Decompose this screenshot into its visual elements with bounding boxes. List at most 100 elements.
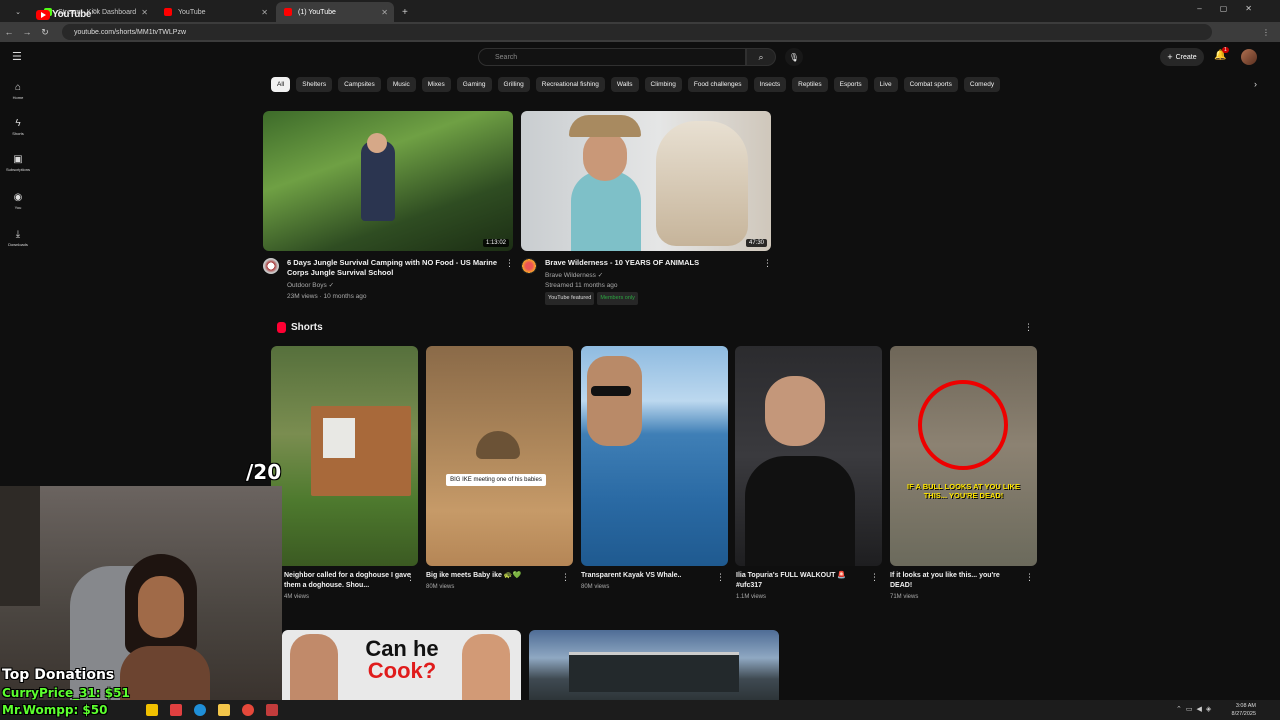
video-thumbnail[interactable]: 1:13:02 [263, 111, 513, 251]
chip-grilling[interactable]: Grilling [497, 77, 530, 92]
short-thumbnail[interactable]: IF A BULL LOOKS AT YOU LIKE THIS... YOU'… [890, 346, 1037, 566]
chip-comedy[interactable]: Comedy [963, 77, 1001, 92]
voice-search-button[interactable]: 🎙 [785, 48, 803, 66]
short-title[interactable]: Neighbor called for a doghouse I gave th… [284, 571, 414, 591]
short-thumbnail[interactable]: BIG IKE meeting one of his babies [426, 346, 573, 566]
video-thumbnail[interactable] [529, 630, 779, 700]
close-icon[interactable]: ✕ [141, 8, 148, 17]
video-thumbnail[interactable]: Can he Cook? [282, 630, 521, 700]
search-button[interactable]: ⌕ [746, 48, 776, 66]
chip-campsites[interactable]: Campsites [338, 77, 381, 92]
video-meta: Streamed 11 months ago [545, 282, 618, 289]
short-title[interactable]: Big ike meets Baby ike 🐢💚 [426, 571, 556, 581]
chip-walls[interactable]: Walls [610, 77, 639, 92]
chip-gaming[interactable]: Gaming [456, 77, 492, 92]
video-title[interactable]: 6 Days Jungle Survival Camping with NO F… [287, 258, 502, 278]
chips-next-icon[interactable]: › [1254, 79, 1257, 89]
new-tab-button[interactable]: + [402, 7, 408, 18]
search-input[interactable]: Search [478, 48, 746, 66]
shorts-more-icon[interactable]: ⋮ [1024, 322, 1033, 333]
address-bar-row: ← → ↻ youtube.com/shorts/MM1tvTWLPzw ⋮ [0, 22, 1280, 42]
chip-mixes[interactable]: Mixes [421, 77, 451, 92]
window-controls[interactable]: –▢✕ [1197, 4, 1270, 13]
donation-title: Top Donations [2, 667, 115, 683]
chip-shelters[interactable]: Shelters [296, 77, 333, 92]
chip-food-challenges[interactable]: Food challenges [687, 77, 748, 92]
taskbar-app-icon[interactable] [146, 704, 158, 716]
more-options-icon[interactable]: ⋮ [561, 572, 570, 583]
back-icon[interactable]: ← [0, 27, 18, 37]
taskbar-app-icon[interactable] [170, 704, 182, 716]
thumbnail-face [367, 133, 387, 153]
sidebar-item-you[interactable]: ◉ You [0, 192, 36, 210]
thumbnail-person [587, 356, 642, 446]
short-thumbnail[interactable] [271, 346, 418, 566]
channel-name[interactable]: Outdoor Boys ✓ [287, 280, 334, 291]
system-tray-icons[interactable]: ⌃▭◀◈ [1176, 705, 1215, 713]
chip-insects[interactable]: Insects [753, 77, 787, 92]
browser-menu-icon[interactable]: ⋮ [1262, 28, 1270, 37]
chip-music[interactable]: Music [386, 77, 416, 92]
thumbnail-face [583, 131, 627, 181]
thumbnail-face [462, 634, 510, 700]
download-icon: ⤓ [15, 229, 21, 240]
short-thumbnail[interactable] [581, 346, 728, 566]
thumbnail-door [323, 418, 355, 458]
channel-avatar[interactable] [263, 258, 279, 274]
more-options-icon[interactable]: ⋮ [870, 572, 879, 583]
sidebar-item-downloads[interactable]: ⤓ Downloads [0, 229, 36, 247]
more-options-icon[interactable]: ⋮ [716, 572, 725, 583]
account-avatar[interactable] [1241, 49, 1257, 65]
reload-icon[interactable]: ↻ [36, 27, 54, 38]
shorts-logo-icon [277, 322, 286, 333]
short-title[interactable]: Ilia Topuria's FULL WALKOUT 🚨 #ufc317 [736, 571, 866, 591]
tab-search-icon[interactable]: ⌄ [15, 8, 21, 16]
taskbar-app-icon[interactable] [266, 704, 278, 716]
thumbnail-figure [361, 141, 395, 221]
chrome-icon[interactable] [242, 704, 254, 716]
short-title[interactable]: If it looks at you like this... you're D… [890, 571, 1020, 591]
close-icon[interactable]: ✕ [261, 8, 268, 17]
video-meta: 23M views · 10 months ago [287, 293, 367, 300]
short-thumbnail[interactable] [735, 346, 882, 566]
youtube-icon [284, 8, 292, 16]
more-options-icon[interactable]: ⋮ [406, 572, 415, 583]
forward-icon[interactable]: → [18, 27, 36, 37]
more-options-icon[interactable]: ⋮ [1025, 572, 1034, 583]
chip-recreational-fishing[interactable]: Recreational fishing [535, 77, 605, 92]
short-title[interactable]: Transparent Kayak VS Whale.. [581, 571, 711, 581]
webcam-background [0, 486, 40, 606]
shorts-icon: ϟ [15, 118, 21, 129]
thumbnail-tortoise [476, 431, 520, 459]
sidebar-item-subscriptions[interactable]: ▣ Subscriptions [0, 154, 36, 172]
channel-avatar[interactable] [521, 258, 537, 274]
thumbnail-tiger [656, 121, 748, 246]
taskbar-clock[interactable]: 3:08 AM 8/27/2025 [1232, 702, 1256, 718]
url-field[interactable]: youtube.com/shorts/MM1tvTWLPzw [62, 24, 1212, 40]
chip-all[interactable]: All [271, 77, 291, 92]
tab-youtube[interactable]: YouTube ✕ [156, 2, 274, 22]
more-options-icon[interactable]: ⋮ [763, 258, 772, 269]
tab-youtube-active[interactable]: (1) YouTube ✕ [276, 2, 394, 22]
youtube-logo[interactable]: YouTube CA [36, 9, 99, 20]
video-thumbnail[interactable]: 47:30 [521, 111, 771, 251]
chip-climbing[interactable]: Climbing [644, 77, 682, 92]
folder-icon[interactable] [218, 704, 230, 716]
close-icon[interactable]: ✕ [381, 8, 388, 17]
video-badges: YouTube featured Members only [545, 292, 641, 305]
video-title[interactable]: Brave Wilderness - 10 YEARS OF ANIMALS [545, 258, 760, 268]
plus-icon: + [1167, 52, 1173, 62]
chip-live[interactable]: Live [873, 77, 898, 92]
webcam-body [120, 646, 210, 700]
sidebar-item-home[interactable]: ⌂ Home [0, 82, 36, 100]
sidebar-item-shorts[interactable]: ϟ Shorts [0, 118, 36, 136]
notifications-button[interactable]: 🔔 1 [1214, 47, 1229, 61]
more-options-icon[interactable]: ⋮ [505, 258, 514, 269]
chip-reptiles[interactable]: Reptiles [792, 77, 828, 92]
create-button[interactable]: + Create [1160, 48, 1204, 66]
chip-combat-sports[interactable]: Combat sports [903, 77, 958, 92]
edge-icon[interactable] [194, 704, 206, 716]
chip-esports[interactable]: Esports [833, 77, 868, 92]
hamburger-menu-icon[interactable]: ☰ [12, 50, 22, 63]
you-icon: ◉ [13, 192, 23, 203]
